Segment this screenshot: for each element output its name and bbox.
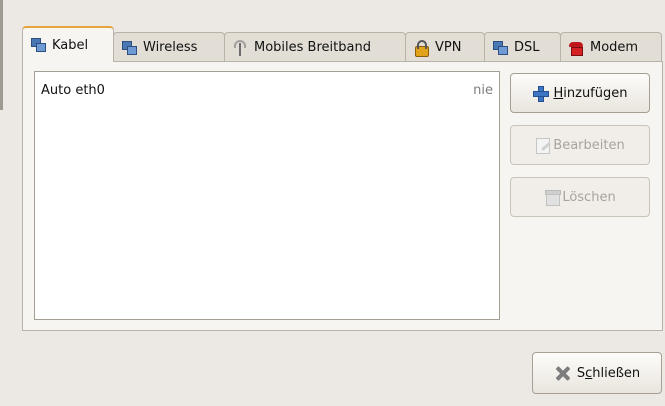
list-item[interactable]: Auto eth0 nie — [35, 72, 499, 98]
antenna-icon — [232, 39, 248, 56]
add-button[interactable]: Hinzufügen — [510, 73, 650, 113]
tab-label: VPN — [435, 40, 462, 55]
tab-label: Kabel — [52, 37, 89, 53]
tab-modem[interactable]: Modem — [560, 32, 662, 62]
lock-icon — [413, 39, 429, 57]
tab-mobiles-breitband[interactable]: Mobiles Breitband — [224, 32, 406, 62]
delete-button-label: Löschen — [562, 189, 616, 205]
tab-wireless[interactable]: Wireless — [113, 32, 225, 62]
window-left-edge — [0, 0, 3, 110]
tab-dsl[interactable]: DSL — [484, 32, 561, 62]
edit-button[interactable]: Bearbeiten — [510, 125, 650, 165]
network-dsl-icon — [492, 40, 508, 56]
phone-icon — [568, 40, 584, 56]
tab-label: Modem — [590, 40, 639, 55]
tab-label: DSL — [514, 40, 540, 55]
edit-icon — [535, 137, 551, 154]
trash-icon — [544, 189, 562, 206]
connection-list[interactable]: Auto eth0 nie — [34, 71, 500, 320]
tab-vpn[interactable]: VPN — [405, 32, 485, 62]
tab-kabel[interactable]: Kabel — [22, 26, 114, 62]
close-button[interactable]: Schließen — [532, 352, 662, 394]
close-icon — [554, 365, 572, 382]
connection-name: Auto eth0 — [41, 83, 105, 98]
network-wired-icon — [30, 37, 46, 53]
close-button-label: Schließen — [576, 365, 641, 381]
connection-type-tabs: Kabel Wireless Mobiles Breitband VPN DSL… — [22, 26, 662, 62]
connection-last-used: nie — [473, 83, 493, 98]
plus-icon — [532, 85, 550, 102]
network-wireless-icon — [121, 40, 137, 56]
edit-button-label: Bearbeiten — [553, 137, 625, 153]
delete-button[interactable]: Löschen — [510, 177, 650, 217]
tab-label: Mobiles Breitband — [254, 40, 371, 55]
tab-label: Wireless — [143, 40, 198, 55]
add-button-label: Hinzufügen — [553, 85, 628, 101]
